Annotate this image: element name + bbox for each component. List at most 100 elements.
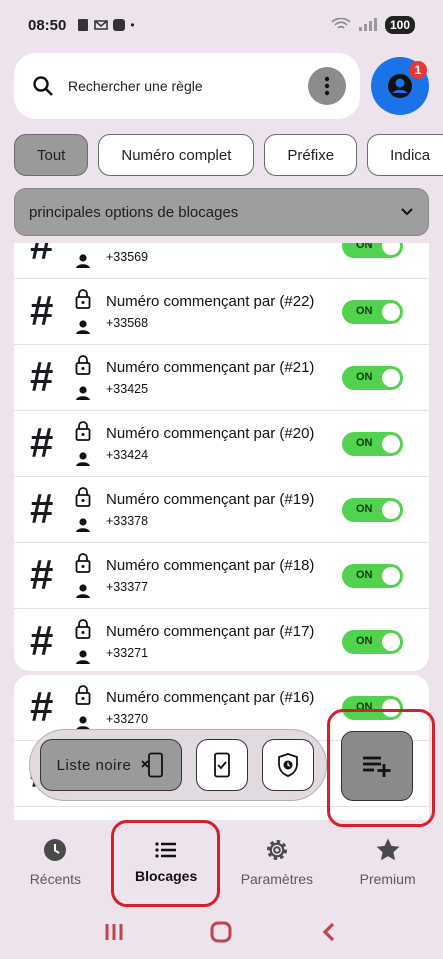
- hash-icon: #: [30, 683, 54, 730]
- person-icon: [76, 584, 90, 598]
- toggle-state: ON: [356, 243, 373, 251]
- toggle-state: ON: [356, 503, 373, 515]
- back-icon[interactable]: [317, 921, 341, 943]
- nav-parametres[interactable]: Paramètres: [222, 820, 333, 904]
- filter-chips: Tout Numéro complet Préfixe Indica: [14, 134, 443, 178]
- mail-icon: [94, 20, 109, 30]
- rule-icons: [74, 487, 92, 533]
- chevron-down-icon: [401, 208, 413, 216]
- toggle-knob: [382, 567, 400, 585]
- gear-icon: [266, 840, 287, 860]
- bottom-navigation: Récents Blocages Paramètres Premium: [0, 820, 443, 904]
- rule-number: +33377: [106, 580, 149, 594]
- rule-row[interactable]: # Numéro commençant par (#22) +33568 ON: [14, 279, 429, 345]
- blacklist-label: Liste noire: [56, 756, 132, 774]
- toggle-knob: [382, 633, 400, 651]
- nav-label: Blocages: [135, 868, 198, 884]
- nav-recents[interactable]: Récents: [0, 820, 111, 904]
- rule-number: +33568: [106, 316, 149, 330]
- chip-indicative[interactable]: Indica: [367, 134, 443, 176]
- phone-check-icon: [214, 752, 230, 778]
- hash-icon: #: [30, 353, 54, 400]
- status-time: 08:50: [28, 16, 67, 34]
- rule-toggle[interactable]: ON: [342, 243, 403, 258]
- add-rule-button[interactable]: [341, 731, 413, 801]
- rule-icons: [74, 553, 92, 599]
- notification-badge: 1: [409, 61, 427, 79]
- recent-apps-icon[interactable]: [102, 921, 126, 943]
- rule-title: Numéro commençant par (#18): [106, 557, 315, 574]
- phone-block-icon: [141, 752, 164, 778]
- rule-icons: [74, 421, 92, 467]
- hash-icon: #: [30, 243, 54, 268]
- rule-number: +33271: [106, 646, 149, 660]
- search-label: Rechercher une règle: [68, 78, 203, 94]
- account-button[interactable]: 1: [371, 57, 429, 115]
- toggle-knob: [382, 243, 400, 255]
- rule-row[interactable]: # +33569 ON: [14, 243, 429, 279]
- rule-toggle[interactable]: ON: [342, 498, 403, 522]
- list-icon: [155, 842, 177, 858]
- rule-number: +33424: [106, 448, 149, 462]
- nav-label: Paramètres: [240, 871, 314, 887]
- rule-toggle[interactable]: ON: [342, 564, 403, 588]
- dropdown-label: principales options de blocages: [29, 203, 239, 221]
- chip-prefix[interactable]: Préfixe: [264, 134, 358, 176]
- person-icon: [76, 518, 90, 532]
- hash-icon: #: [30, 551, 54, 598]
- toggle-state: ON: [356, 305, 373, 317]
- toggle-state: ON: [356, 701, 373, 713]
- person-icon: [76, 650, 90, 664]
- rule-title: Numéro commençant par (#20): [106, 425, 315, 442]
- toggle-state: ON: [356, 569, 373, 581]
- rule-row[interactable]: # Numéro commençant par (#18) +33377 ON: [14, 543, 429, 609]
- shield-button[interactable]: [262, 739, 314, 791]
- person-icon: [76, 320, 90, 334]
- playlist-add-icon: [363, 756, 391, 777]
- battery-indicator: 100: [384, 16, 415, 34]
- rule-row[interactable]: # Numéro commençant par (#19) +33378 ON: [14, 477, 429, 543]
- hash-icon: #: [30, 287, 54, 334]
- rule-row[interactable]: # Numéro commençant par (#21) +33425 ON: [14, 345, 429, 411]
- chip-full-number[interactable]: Numéro complet: [98, 134, 255, 176]
- toggle-state: ON: [356, 635, 373, 647]
- rule-icons: [74, 243, 92, 269]
- rule-toggle[interactable]: ON: [342, 366, 403, 390]
- rule-toggle[interactable]: ON: [342, 432, 403, 456]
- lock-icon: [75, 289, 91, 309]
- more-options-button[interactable]: [308, 67, 346, 105]
- clock-icon: [44, 839, 67, 861]
- rule-number: +33378: [106, 514, 149, 528]
- rule-toggle[interactable]: ON: [342, 696, 403, 720]
- nav-premium[interactable]: Premium: [332, 820, 443, 904]
- phone-check-button[interactable]: [196, 739, 248, 791]
- person-icon: [76, 254, 90, 268]
- rule-icons: [74, 355, 92, 401]
- rule-icons: [74, 289, 92, 335]
- action-bar: Liste noire: [29, 729, 327, 801]
- rule-row[interactable]: # Numéro commençant par (#17) +33271 ON: [14, 609, 429, 675]
- notification-icons: •: [76, 18, 135, 32]
- star-icon: [376, 838, 400, 861]
- rule-row[interactable]: # Numéro commençant par (#20) +33424 ON: [14, 411, 429, 477]
- home-icon[interactable]: [209, 920, 233, 944]
- more-vert-icon: [324, 76, 330, 96]
- rule-toggle[interactable]: ON: [342, 300, 403, 324]
- hash-icon: #: [30, 485, 54, 532]
- chip-all[interactable]: Tout: [14, 134, 89, 176]
- rule-number: +33270: [106, 712, 149, 726]
- toggle-knob: [382, 369, 400, 387]
- person-icon: [76, 386, 90, 400]
- dot-icon: •: [130, 18, 135, 32]
- blacklist-button[interactable]: Liste noire: [40, 739, 182, 791]
- toggle-knob: [382, 501, 400, 519]
- blocking-options-dropdown[interactable]: principales options de blocages: [14, 188, 429, 236]
- lock-icon: [75, 355, 91, 375]
- search-bar[interactable]: Rechercher une règle: [14, 53, 360, 119]
- rule-icons: [74, 619, 92, 665]
- rule-title: Numéro commençant par (#17): [106, 623, 315, 640]
- lock-icon: [75, 553, 91, 573]
- nav-blocages[interactable]: Blocages: [111, 820, 222, 904]
- rule-toggle[interactable]: ON: [342, 630, 403, 654]
- sim-icon: [78, 19, 89, 31]
